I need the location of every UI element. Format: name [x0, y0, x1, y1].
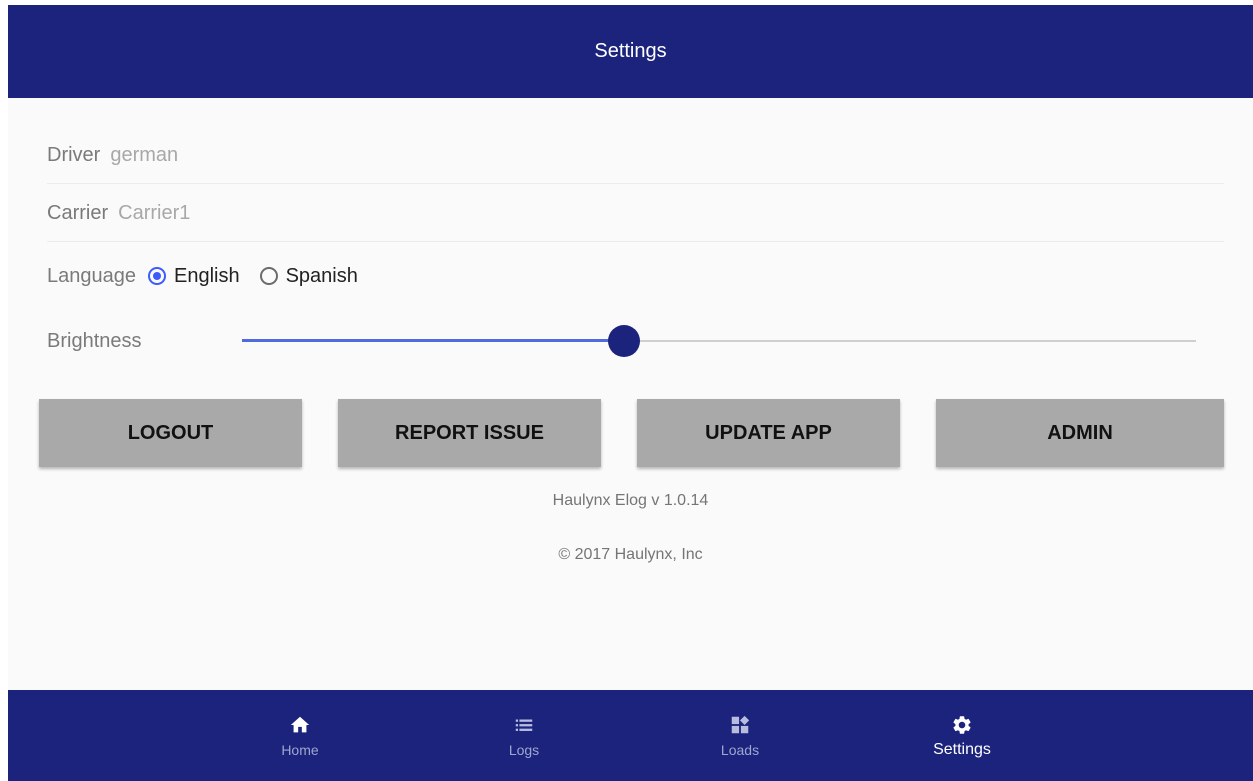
logout-button[interactable]: LOGOUT: [39, 399, 302, 467]
nav-item-loads[interactable]: Loads: [680, 690, 800, 781]
brightness-row: Brightness: [47, 321, 142, 361]
bottom-navigation: Home Logs Loads Settings: [8, 690, 1253, 781]
carrier-value: Carrier1: [118, 201, 191, 224]
dashboard-icon: [731, 715, 750, 734]
gear-icon: [953, 716, 971, 734]
list-icon: [515, 719, 533, 731]
driver-field: Driver german: [47, 127, 1224, 184]
app-bar: Settings: [8, 5, 1253, 98]
report-issue-button[interactable]: REPORT ISSUE: [338, 399, 601, 467]
nav-item-settings[interactable]: Settings: [902, 690, 1022, 781]
language-radio-english[interactable]: English: [147, 264, 240, 288]
driver-label: Driver: [47, 143, 101, 166]
settings-screen: Settings Driver german Carrier Carrier1 …: [8, 5, 1253, 781]
language-option-label: English: [173, 264, 240, 287]
radio-unchecked-icon: [259, 267, 278, 285]
nav-item-home[interactable]: Home: [240, 690, 360, 781]
slider-fill: [242, 339, 624, 342]
brightness-slider[interactable]: [242, 321, 1196, 361]
nav-label: Loads: [720, 742, 760, 758]
copyright: © 2017 Haulynx, Inc: [558, 546, 703, 563]
nav-label: Home: [281, 742, 319, 758]
home-icon: [290, 716, 310, 733]
brightness-label: Brightness: [47, 329, 142, 352]
driver-value: german: [110, 143, 179, 166]
nav-label: Logs: [508, 742, 540, 758]
language-option-label: Spanish: [285, 264, 358, 287]
language-row: Language English Spanish: [47, 255, 378, 297]
app-version: Haulynx Elog v 1.0.14: [552, 492, 709, 509]
carrier-field: Carrier Carrier1: [47, 185, 1224, 242]
update-app-button[interactable]: UPDATE APP: [637, 399, 900, 467]
carrier-label: Carrier: [47, 201, 109, 224]
nav-item-logs[interactable]: Logs: [464, 690, 584, 781]
language-radio-spanish[interactable]: Spanish: [259, 264, 358, 288]
nav-label: Settings: [933, 741, 991, 758]
slider-thumb[interactable]: [608, 325, 640, 357]
radio-checked-icon: [147, 267, 166, 285]
language-label: Language: [47, 264, 136, 287]
admin-button[interactable]: ADMIN: [936, 399, 1224, 467]
page-title: Settings: [594, 40, 667, 62]
